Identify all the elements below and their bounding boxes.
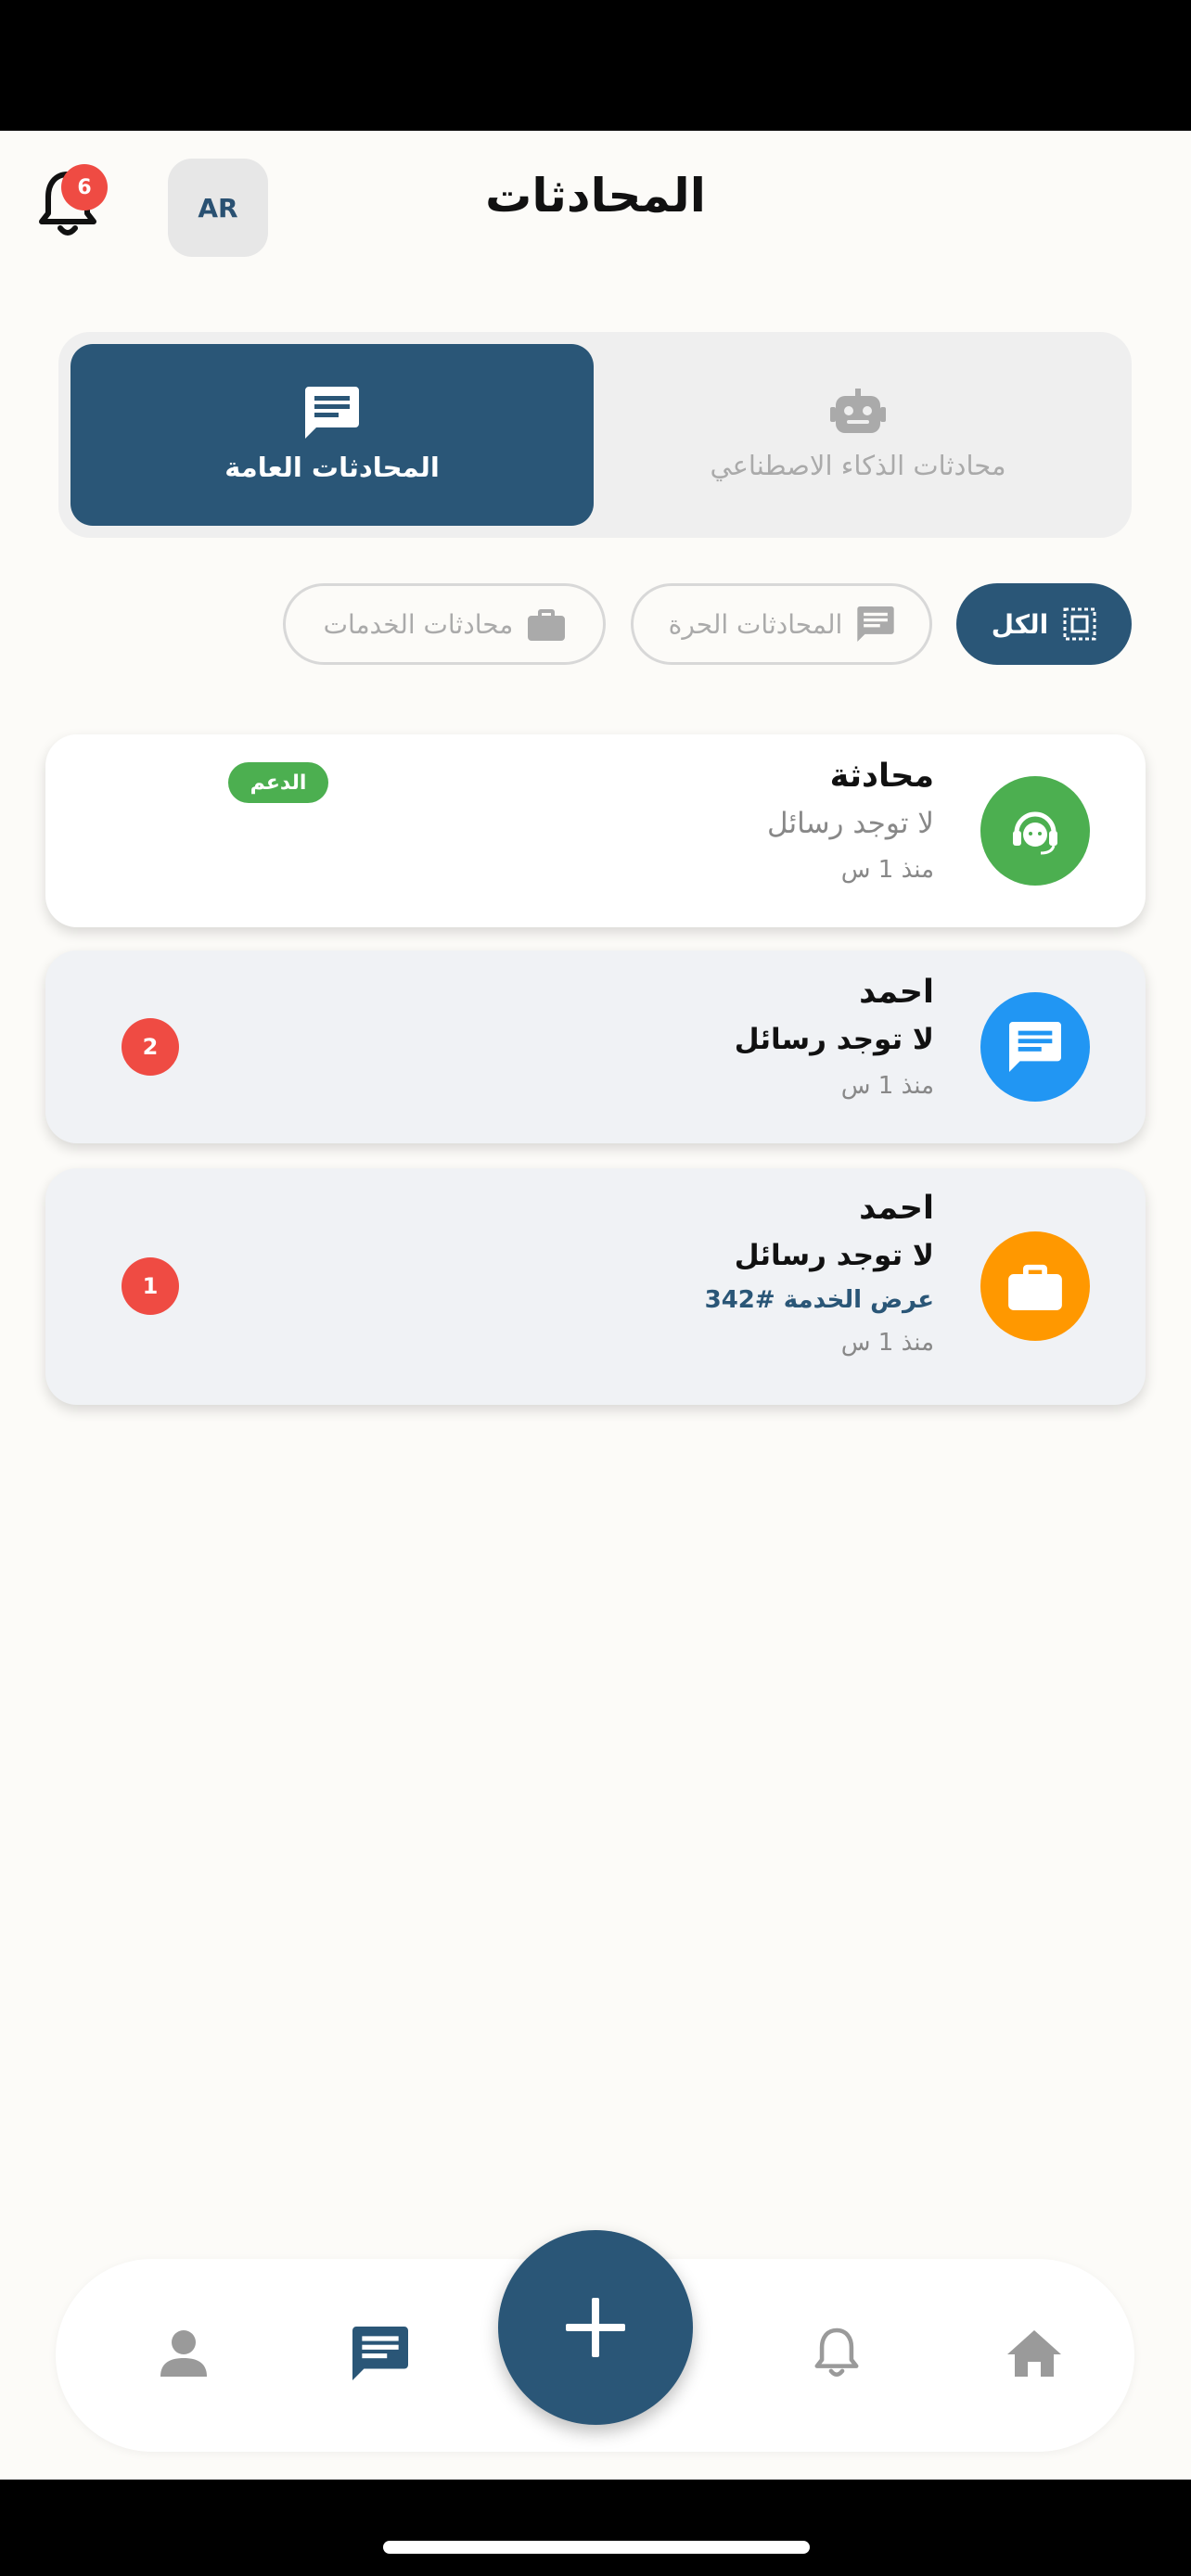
nav-profile[interactable] [154, 2324, 213, 2383]
conversation-card[interactable]: محادثة لا توجد رسائل منذ 1 س الدعم [45, 734, 1146, 927]
chat-icon [1009, 1022, 1061, 1072]
bell-icon [814, 2327, 859, 2377]
status-bar [0, 0, 1191, 131]
briefcase-icon [1008, 1264, 1062, 1310]
tab-general-conversations[interactable]: المحادثات العامة [70, 344, 594, 526]
chat-icon [857, 606, 895, 642]
conversation-last-message: لا توجد رسائل [734, 1023, 934, 1056]
home-bar-area [0, 2480, 1191, 2576]
filter-services-chip[interactable]: محادثات الخدمات [283, 583, 606, 665]
conversation-avatar [980, 992, 1090, 1102]
select-all-icon [1063, 607, 1096, 641]
unread-count-badge: 2 [122, 1018, 179, 1076]
conversation-time: منذ 1 س [840, 1072, 934, 1100]
tab-ai-conversations[interactable]: محادثات الذكاء الاصطناعي [596, 344, 1120, 526]
conversation-name: محادثة [829, 758, 934, 795]
filter-free-chip[interactable]: المحادثات الحرة [631, 583, 932, 665]
tab-general-label: المحادثات العامة [224, 452, 440, 483]
conversation-time: منذ 1 س [840, 1329, 934, 1357]
nav-notifications[interactable] [807, 2324, 866, 2383]
nav-home[interactable] [1005, 2324, 1064, 2383]
conversation-card[interactable]: احمد لا توجد رسائل منذ 1 س 2 [45, 950, 1146, 1143]
conversation-avatar [980, 776, 1090, 886]
conversation-text: احمد لا توجد رسائل منذ 1 س [735, 969, 934, 1108]
profile-icon [160, 2330, 207, 2377]
home-indicator [383, 2541, 810, 2554]
conversation-avatar [980, 1231, 1090, 1341]
notification-count-badge: 6 [61, 164, 108, 210]
conversation-last-message: لا توجد رسائل [767, 807, 934, 840]
conversation-last-message: لا توجد رسائل [734, 1239, 934, 1272]
support-agent-icon [1013, 811, 1057, 855]
conversation-name: احمد [859, 1190, 934, 1227]
conversation-name: احمد [859, 974, 934, 1011]
home-icon [1007, 2330, 1061, 2377]
unread-count-badge: 1 [122, 1257, 179, 1315]
chat-icon [352, 2327, 408, 2380]
nav-chats[interactable] [351, 2324, 410, 2383]
conversation-time: منذ 1 س [840, 856, 934, 884]
filter-all-chip[interactable]: الكل [956, 583, 1132, 665]
filter-all-label: الكل [991, 608, 1049, 640]
conversation-text: احمد لا توجد رسائل عرض الخدمة #342 منذ 1… [705, 1185, 934, 1365]
service-offer-link[interactable]: عرض الخدمة #342 [705, 1280, 934, 1320]
robot-icon [830, 389, 886, 433]
tab-ai-label: محادثات الذكاء الاصطناعي [710, 450, 1006, 481]
support-badge: الدعم [228, 762, 328, 803]
briefcase-icon [528, 609, 566, 641]
conversation-text: محادثة لا توجد رسائل منذ 1 س [767, 753, 934, 892]
conversation-type-segment: محادثات الذكاء الاصطناعي المحادثات العام… [58, 332, 1132, 538]
add-icon [566, 2298, 625, 2357]
filter-services-label: محادثات الخدمات [323, 608, 514, 640]
chat-icon [305, 387, 359, 439]
language-button[interactable]: AR [168, 159, 268, 257]
conversation-card[interactable]: احمد لا توجد رسائل عرض الخدمة #342 منذ 1… [45, 1168, 1146, 1405]
add-button[interactable] [498, 2230, 693, 2425]
filter-free-label: المحادثات الحرة [668, 608, 843, 640]
